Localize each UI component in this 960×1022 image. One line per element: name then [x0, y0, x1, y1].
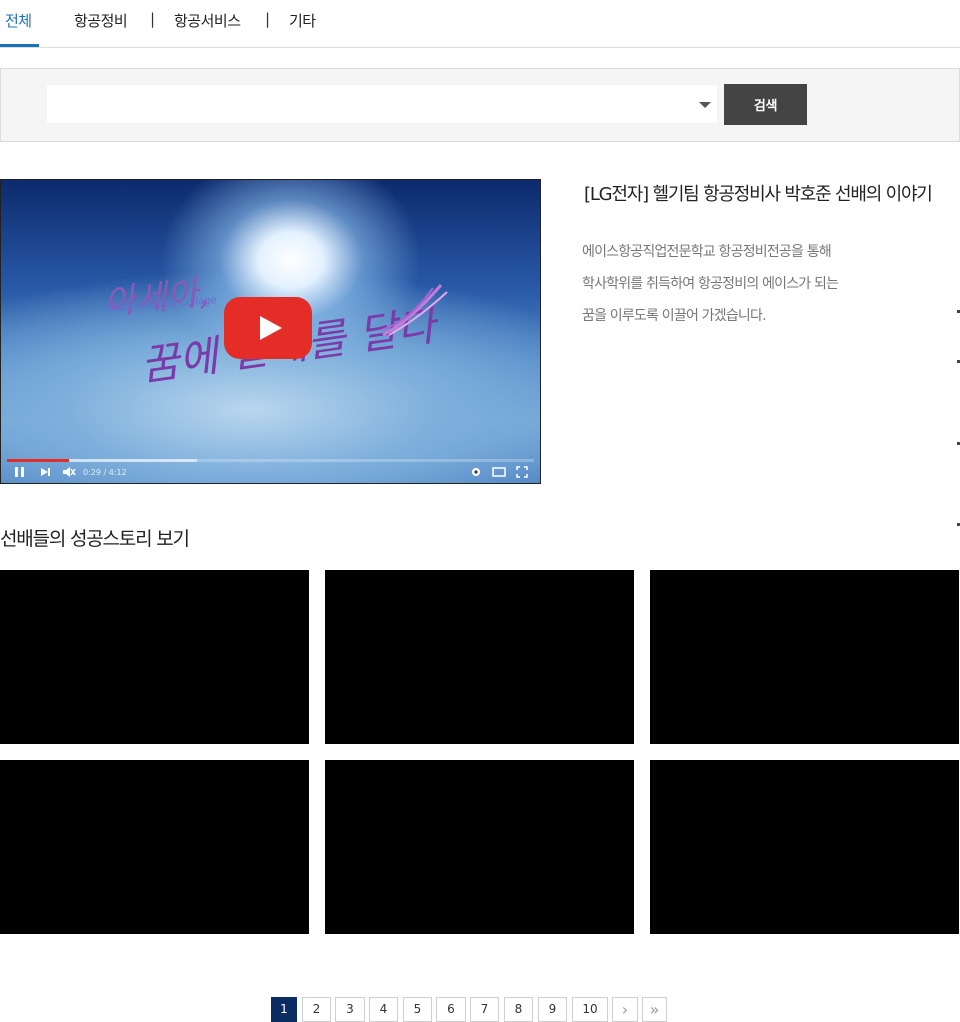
tab-all[interactable]: 전체	[5, 10, 32, 31]
page-9[interactable]: 9	[538, 997, 567, 1022]
tab-separator: |	[265, 10, 271, 28]
last-page-button[interactable]: »	[642, 997, 667, 1022]
section-title: 선배들의 성공스토리 보기	[0, 528, 190, 550]
page-3[interactable]: 3	[335, 997, 365, 1022]
category-select[interactable]	[47, 85, 717, 123]
wing-swoosh-icon	[381, 284, 448, 337]
story-video-thumb[interactable]	[325, 570, 634, 744]
story-video-thumb[interactable]	[325, 760, 634, 934]
featured-title[interactable]: [LG전자] 헬기팀 항공정비사 박호준 선배의 이야기	[584, 180, 933, 206]
story-video-thumb[interactable]	[0, 570, 309, 744]
page-2[interactable]: 2	[302, 997, 331, 1022]
gear-icon[interactable]	[470, 466, 482, 478]
video-progress-bar[interactable]	[7, 459, 534, 462]
story-video-thumb[interactable]	[650, 570, 959, 744]
page-4[interactable]: 4	[369, 997, 398, 1022]
play-button[interactable]	[224, 297, 312, 359]
play-icon	[260, 316, 282, 340]
featured-video-player[interactable]: 아세아, ASEA Aviation Collage 꿈에 날개를 달다 0:2…	[0, 179, 541, 484]
next-track-icon[interactable]	[40, 466, 52, 478]
chevron-down-icon	[699, 102, 711, 108]
video-time: 0:29 / 4:12	[83, 468, 127, 477]
page-6[interactable]: 6	[436, 997, 466, 1022]
category-tabs: 전체 항공정비 | 항공서비스 | 기타	[0, 0, 960, 48]
description-line: 꿈을 이루도록 이끌어 가겠습니다.	[582, 308, 767, 324]
page-5[interactable]: 5	[403, 997, 432, 1022]
story-video-thumb[interactable]	[650, 760, 959, 934]
description-line: 학사학위를 취득하여 항공정비의 에이스가 되는	[582, 276, 839, 292]
page-1[interactable]: 1	[271, 997, 297, 1022]
video-progress-fill	[7, 459, 69, 462]
search-panel: 검색	[0, 68, 960, 142]
active-tab-indicator	[0, 44, 39, 47]
video-caption-line1: 아세아,	[102, 272, 211, 324]
mute-icon[interactable]	[62, 466, 76, 478]
tab-other[interactable]: 기타	[289, 10, 316, 31]
tab-service[interactable]: 항공서비스	[174, 10, 241, 31]
search-button[interactable]: 검색	[724, 84, 807, 125]
fullscreen-icon[interactable]	[516, 466, 528, 478]
pause-icon[interactable]	[15, 466, 25, 478]
page-7[interactable]: 7	[470, 997, 499, 1022]
page-10[interactable]: 10	[572, 997, 608, 1022]
story-video-thumb[interactable]	[0, 760, 309, 934]
theater-mode-icon[interactable]	[492, 466, 506, 478]
tab-maintenance[interactable]: 항공정비	[74, 10, 128, 31]
tab-separator: |	[150, 10, 156, 28]
next-page-button[interactable]: ›	[612, 997, 638, 1022]
page-8[interactable]: 8	[504, 997, 533, 1022]
description-line: 에이스항공직업전문학교 항공정비전공을 통해	[582, 244, 832, 260]
featured-description: 에이스항공직업전문학교 항공정비전공을 통해 학사학위를 취득하여 항공정비의 …	[582, 236, 922, 332]
